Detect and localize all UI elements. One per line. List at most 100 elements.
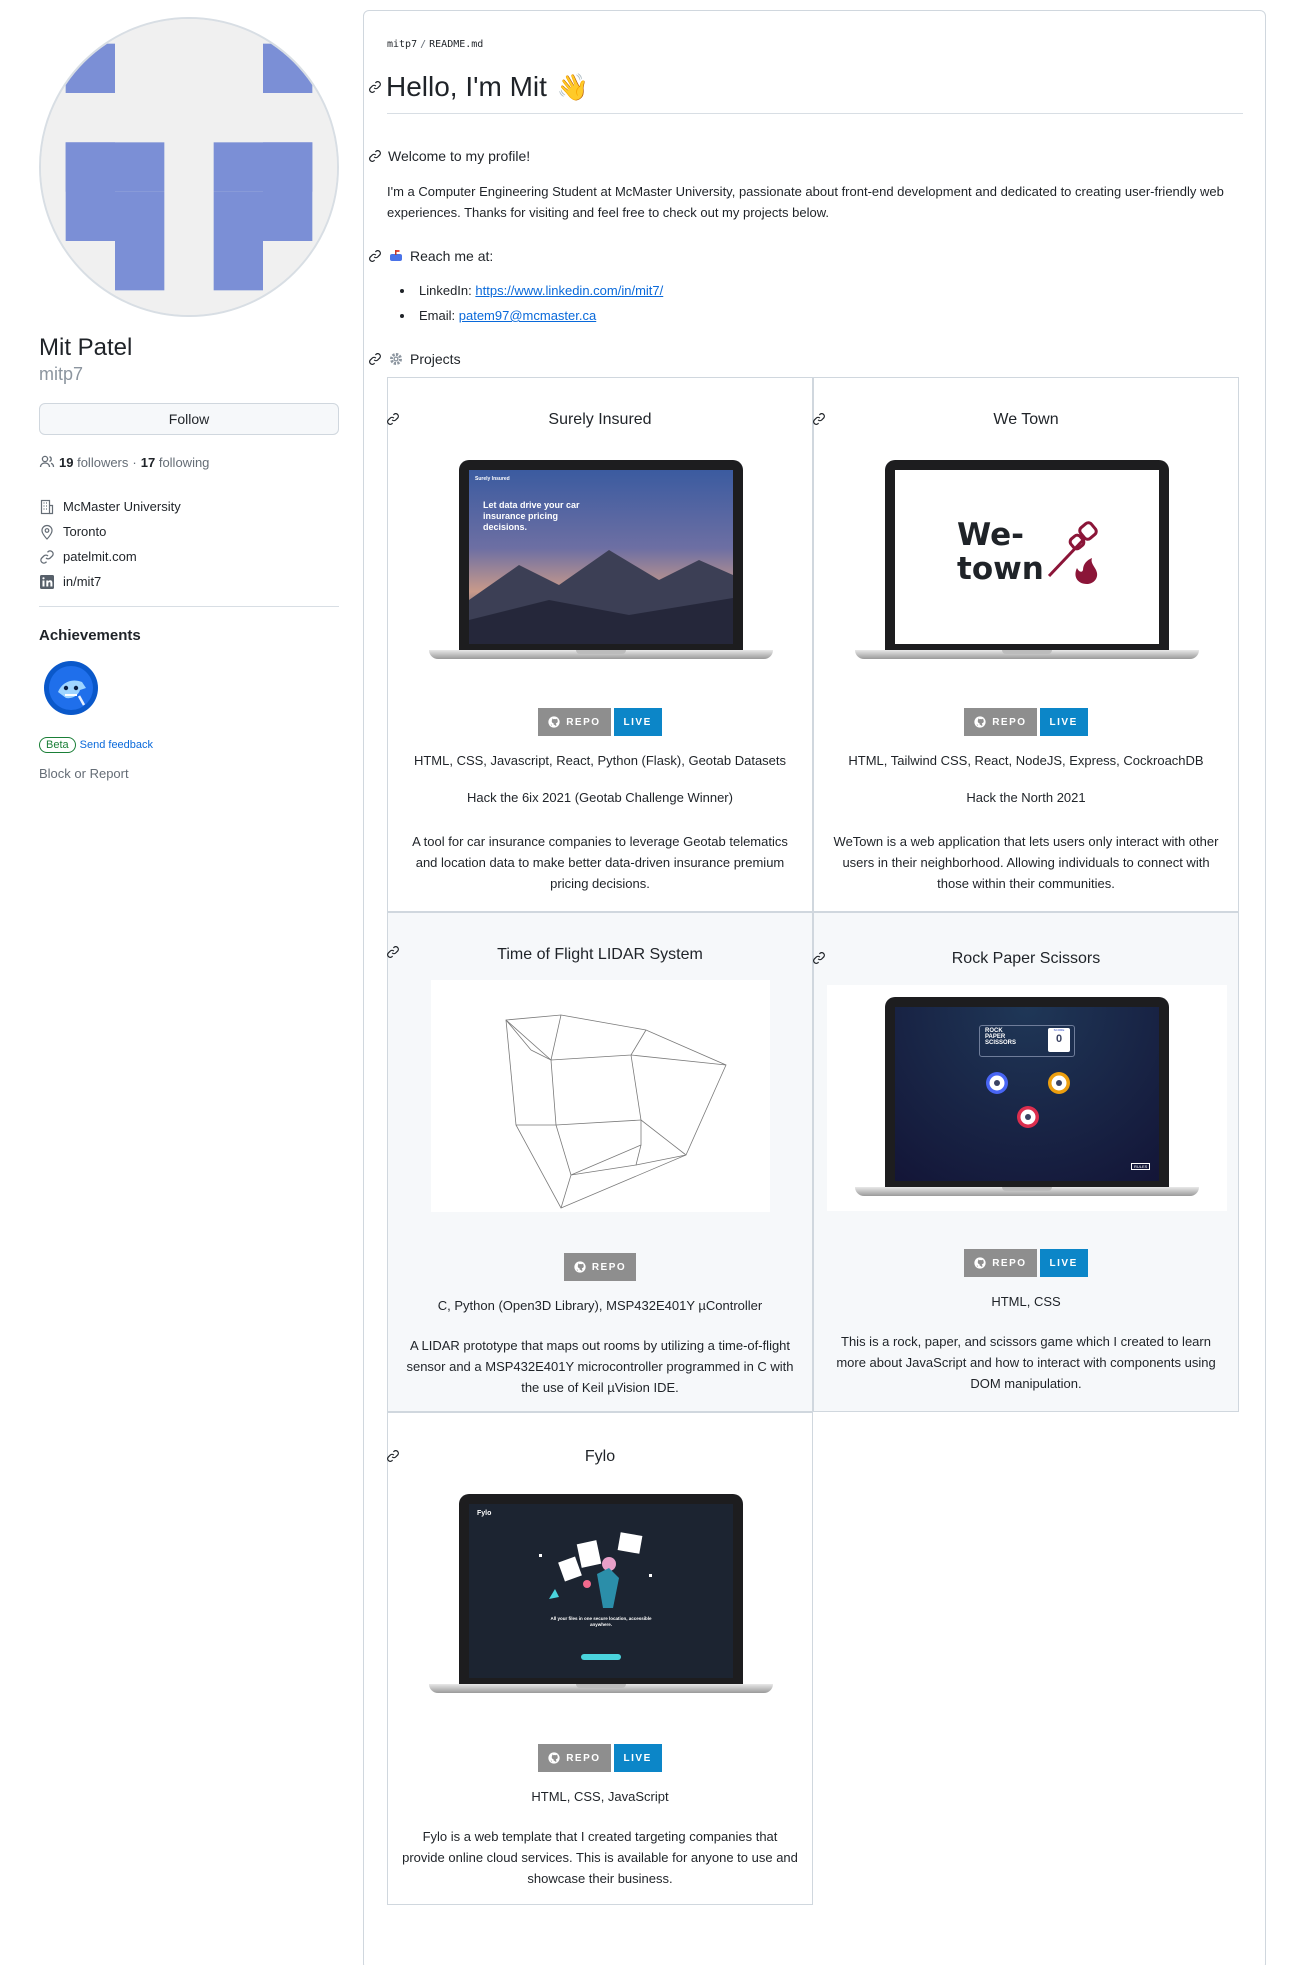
stats-separator: · (132, 454, 137, 470)
project-tech: HTML, CSS (991, 1294, 1061, 1309)
mailbox-icon (390, 250, 402, 261)
intro-paragraph: I'm a Computer Engineering Student at Mc… (387, 184, 1224, 220)
repo-button[interactable]: REPO (538, 708, 611, 736)
screen-cta (581, 1654, 621, 1660)
sidebar-divider (39, 606, 339, 607)
link-icon (40, 549, 54, 564)
project-event: Hack the 6ix 2021 (Geotab Challenge Winn… (467, 790, 733, 805)
live-button[interactable]: LIVE (1039, 708, 1088, 736)
email-link[interactable]: patem97@mcmaster.ca (459, 308, 596, 323)
avatar[interactable] (39, 17, 339, 317)
anchor-link-icon[interactable] (368, 80, 382, 94)
people-icon (39, 455, 55, 468)
project-buttons: REPO LIVE (814, 1249, 1238, 1277)
project-title: We Town (993, 411, 1059, 428)
project-title: Time of Flight LIDAR System (497, 946, 703, 963)
project-buttons: REPO LIVE (814, 708, 1238, 736)
project-description: A tool for car insurance companies to le… (412, 834, 788, 891)
fylo-illustration-image (539, 1532, 652, 1608)
live-button[interactable]: LIVE (613, 708, 662, 736)
project-buttons: REPO LIVE (388, 1744, 812, 1772)
project-tech: HTML, CSS, JavaScript (531, 1789, 669, 1804)
project-description: A LIDAR prototype that maps out rooms by… (406, 1338, 794, 1395)
contact-email: Email: patem97@mcmaster.ca (415, 308, 663, 333)
project-title: Rock Paper Scissors (951, 950, 1101, 967)
wetown-logo-text: We-town (957, 517, 1044, 587)
block-or-report-link[interactable]: Block or Report (39, 766, 129, 781)
anchor-link-icon[interactable] (368, 149, 382, 163)
profile-login: mitp7 (39, 364, 84, 384)
vcard-linkedin[interactable]: in/mit7 (39, 569, 181, 594)
achievements-heading[interactable]: Achievements (39, 627, 141, 644)
live-button[interactable]: LIVE (1039, 1249, 1088, 1277)
readme-heading: Hello, I'm Mit 👋 (368, 71, 589, 103)
project-buttons: REPO LIVE (388, 708, 812, 736)
repo-button[interactable]: REPO (964, 1249, 1037, 1277)
project-screenshot (431, 980, 770, 1212)
lidar-wireframe-image (505, 1014, 727, 1209)
follow-button[interactable]: Follow (39, 403, 339, 435)
vcard-location: Toronto (39, 519, 181, 544)
project-tech: HTML, Tailwind CSS, React, NodeJS, Expre… (848, 753, 1204, 768)
following-link[interactable]: 17 following (141, 455, 210, 470)
project-buttons: REPO (388, 1253, 812, 1281)
contact-linkedin: LinkedIn: https://www.linkedin.com/in/mi… (415, 283, 663, 308)
vcard-website[interactable]: patelmit.com (39, 544, 181, 569)
game-tokens-image (986, 1072, 1070, 1128)
project-cell-surely-insured: Surely Insured Surely Insured Let data d… (387, 377, 813, 912)
profile-name: Mit Patel (39, 334, 133, 361)
mountain-image (469, 550, 733, 644)
heading-divider (387, 113, 1243, 114)
building-icon (40, 499, 54, 514)
screen-headline: Let data drive your car insurance pricin… (483, 500, 580, 532)
project-screenshot: ROCK PAPER SCISSORS SCORE 0 RULES (827, 985, 1227, 1211)
linkedin-icon (40, 574, 54, 589)
project-cell-rock-paper-scissors: Rock Paper Scissors ROCK PAPER SCISSORS SC… (813, 912, 1239, 1412)
readme-box: mitp7/README.md Hello, I'm Mit 👋 Welcome… (363, 10, 1266, 1965)
anchor-link-icon[interactable] (368, 352, 382, 366)
projects-heading: Projects (368, 351, 461, 367)
project-description: Fylo is a web template that I created ta… (402, 1829, 798, 1886)
anchor-link-icon[interactable] (368, 249, 382, 263)
project-tech: HTML, CSS, Javascript, React, Python (Fl… (413, 753, 787, 768)
breadcrumb-file-link[interactable]: README.md (429, 39, 483, 50)
github-icon (548, 716, 560, 728)
waving-hand-icon: 👋 (556, 71, 590, 102)
project-cell-fylo: Fylo Fylo All your files in one secure l… (387, 1412, 813, 1905)
repo-button[interactable]: REPO (964, 708, 1037, 736)
repo-button[interactable]: REPO (538, 1744, 611, 1772)
project-description: WeTown is a web application that lets us… (833, 834, 1219, 891)
rules-button: RULES (1131, 1163, 1151, 1170)
github-icon (974, 1257, 986, 1269)
beta-label: Beta (39, 737, 76, 753)
gear-icon (390, 353, 402, 365)
reach-heading: Reach me at: (368, 248, 493, 264)
screen-brand: Surely Insured (475, 476, 510, 482)
project-cell-we-town: We Town We-town REPO LIVE HTML, Tailwind… (813, 377, 1239, 912)
project-event: Hack the North 2021 (966, 790, 1086, 805)
project-title: Fylo (584, 1448, 616, 1465)
identicon-image (41, 19, 337, 315)
project-description: This is a rock, paper, and scissors game… (836, 1334, 1216, 1391)
repo-button[interactable]: REPO (563, 1253, 637, 1281)
project-cell-lidar: Time of Flight LIDAR System REPO C, Pyth… (387, 912, 813, 1412)
github-icon (974, 716, 986, 728)
live-button[interactable]: LIVE (613, 1744, 662, 1772)
location-pin-icon (41, 524, 53, 540)
project-title: Surely Insured (548, 411, 652, 428)
follow-stats: 19 followers · 17 following (39, 454, 209, 470)
project-screenshot: Surely Insured Let data drive your car i… (429, 460, 773, 660)
marshmallow-fire-icon (1047, 521, 1098, 584)
achievement-badge-icon[interactable] (43, 660, 99, 716)
contact-list: LinkedIn: https://www.linkedin.com/in/mi… (415, 283, 663, 333)
linkedin-link[interactable]: https://www.linkedin.com/in/mit7/ (475, 283, 663, 298)
project-screenshot: Fylo All your files in one secure locati… (429, 1494, 773, 1694)
github-icon (548, 1752, 560, 1764)
followers-link[interactable]: 19 followers (59, 455, 128, 470)
screen-headline: All your files in one secure location, a… (550, 1616, 652, 1627)
welcome-heading: Welcome to my profile! (368, 148, 530, 164)
project-screenshot: We-town (855, 460, 1199, 660)
breadcrumb-user-link[interactable]: mitp7 (387, 39, 417, 50)
project-tech: C, Python (Open3D Library), MSP432E401Y … (437, 1298, 763, 1313)
send-feedback-link[interactable]: Send feedback (80, 739, 153, 751)
